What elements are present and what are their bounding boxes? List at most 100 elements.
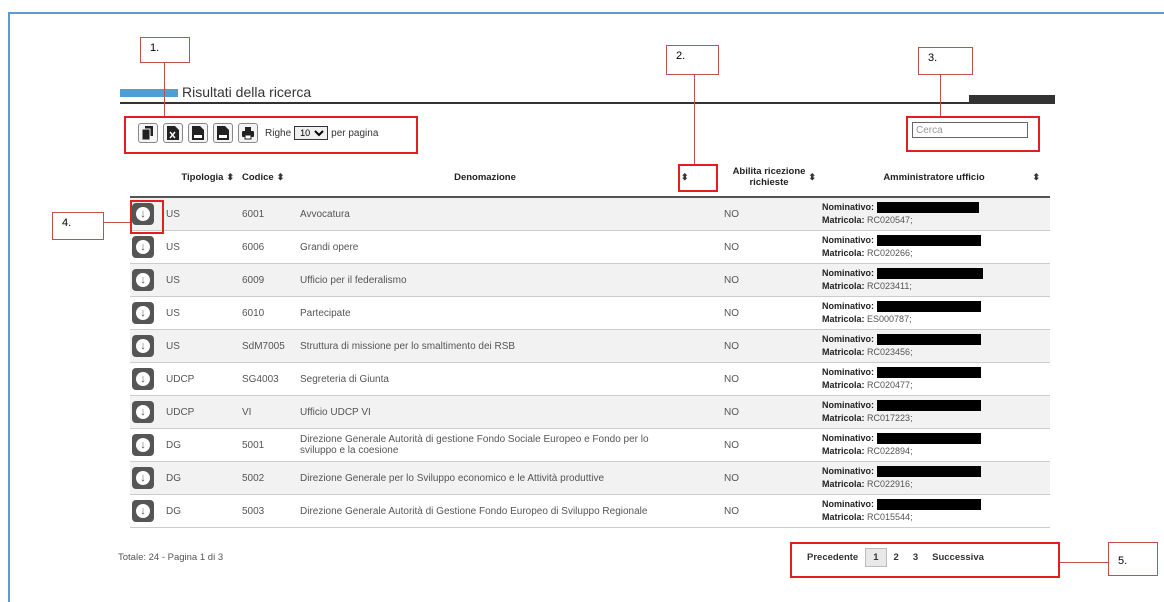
table-row: ↓ DG 5002 Direzione Generale per lo Svilupp… — [130, 461, 1050, 495]
cell-tipologia: US — [162, 230, 238, 264]
matricola-line: Matricola: RC022916; — [822, 479, 913, 489]
matricola-label: Matricola — [822, 446, 862, 456]
download-button[interactable]: ↓ — [132, 335, 154, 357]
nominativo-label: Nominativo — [822, 334, 872, 344]
highlight-export-toolbar — [124, 116, 418, 154]
action-cell: ↓ — [130, 296, 162, 330]
cell-abilita: NO — [720, 230, 818, 264]
table-row: ↓ US 6010 Partecipate NO Nominativo: Matricol… — [130, 296, 1050, 330]
nominativo-label: Nominativo — [822, 235, 872, 245]
matricola-label: Matricola — [822, 215, 862, 225]
nominativo-line: Nominativo: — [822, 465, 1046, 478]
download-button[interactable]: ↓ — [132, 467, 154, 489]
callout-1: 1. — [140, 37, 190, 63]
matricola-line: Matricola: RC023411; — [822, 281, 912, 291]
sort-icon[interactable]: ⬍ — [277, 172, 285, 182]
table-row: ↓ UDCP VI Ufficio UDCP VI NO Nominativo: Matr… — [130, 395, 1050, 429]
cell-tipologia: US — [162, 296, 238, 330]
header-tipologia[interactable]: Tipologia ⬍ — [162, 158, 238, 198]
matricola-label: Matricola — [822, 248, 862, 258]
cell-tipologia: UDCP — [162, 362, 238, 396]
matricola-line: Matricola: ES000787; — [822, 314, 912, 324]
matricola-value: RC020266; — [867, 248, 913, 258]
sort-icon[interactable]: ⬍ — [226, 172, 234, 182]
nominativo-label: Nominativo — [822, 367, 872, 377]
header-codice[interactable]: Codice ⬍ — [238, 158, 296, 198]
cell-tipologia: US — [162, 197, 238, 231]
cell-codice: 5003 — [238, 494, 296, 528]
action-cell: ↓ — [130, 395, 162, 429]
action-cell: ↓ — [130, 263, 162, 297]
cell-denominazione: Grandi opere — [296, 230, 674, 264]
cell-tipologia: UDCP — [162, 395, 238, 429]
sort-icon[interactable]: ⬍ — [808, 172, 816, 183]
download-icon: ↓ — [136, 273, 150, 287]
callout-3: 3. — [918, 47, 973, 75]
cell-denominazione: Direzione Generale Autorità di gestione … — [296, 428, 674, 462]
cell-denominazione: Partecipate — [296, 296, 674, 330]
cell-amministratore: Nominativo: Matricola: ES000787; — [818, 296, 1050, 330]
cell-abilita: NO — [720, 395, 818, 429]
nominativo-line: Nominativo: — [822, 399, 1046, 412]
matricola-line: Matricola: RC023456; — [822, 347, 913, 357]
sort-icon[interactable]: ⬍ — [1032, 172, 1040, 183]
action-cell: ↓ — [130, 362, 162, 396]
nominativo-line: Nominativo: — [822, 498, 1046, 511]
action-cell: ↓ — [130, 494, 162, 528]
download-button[interactable]: ↓ — [132, 500, 154, 522]
cell-codice: 6010 — [238, 296, 296, 330]
title-accent-bar — [120, 89, 178, 97]
cell-amministratore: Nominativo: Matricola: RC023411; — [818, 263, 1050, 297]
matricola-label: Matricola — [822, 479, 862, 489]
results-table: Tipologia ⬍ Codice ⬍ Denomazione ⬍ Abilita… — [130, 158, 1050, 528]
redacted-name — [876, 202, 979, 214]
header-amministratore-label: Amministratore ufficio — [883, 171, 985, 183]
cell-amministratore: Nominativo: Matricola: RC020477; — [818, 362, 1050, 396]
highlight-search — [906, 116, 1040, 152]
matricola-line: Matricola: RC017223; — [822, 413, 913, 423]
header-tipologia-label: Tipologia — [181, 171, 224, 183]
redacted-name — [876, 367, 981, 379]
download-button[interactable]: ↓ — [132, 236, 154, 258]
nominativo-label: Nominativo — [822, 433, 872, 443]
header-amministratore[interactable]: Amministratore ufficio ⬍ — [818, 158, 1050, 198]
header-abilita[interactable]: Abilita ricezione richieste ⬍ — [720, 158, 818, 198]
table-row: ↓ US SdM7005 Struttura di missione per lo s… — [130, 329, 1050, 363]
nominativo-label: Nominativo — [822, 268, 872, 278]
header-codice-label: Codice — [242, 171, 274, 183]
redacted-name — [876, 433, 981, 445]
cell-spacer — [674, 197, 720, 231]
table-row: ↓ US 6001 Avvocatura NO Nominativo: Matricola… — [130, 197, 1050, 231]
highlight-download-button — [130, 200, 164, 234]
download-button[interactable]: ↓ — [132, 368, 154, 390]
download-icon: ↓ — [136, 372, 150, 386]
table-row: ↓ US 6006 Grandi opere NO Nominativo: Matrico… — [130, 230, 1050, 264]
download-button[interactable]: ↓ — [132, 401, 154, 423]
matricola-value: RC020547; — [867, 215, 913, 225]
cell-tipologia: US — [162, 329, 238, 363]
download-button[interactable]: ↓ — [132, 269, 154, 291]
download-icon: ↓ — [136, 471, 150, 485]
cell-abilita: NO — [720, 428, 818, 462]
cell-tipologia: DG — [162, 428, 238, 462]
download-button[interactable]: ↓ — [132, 302, 154, 324]
header-denominazione-label: Denomazione — [454, 171, 516, 183]
matricola-value: RC022916; — [867, 479, 913, 489]
header-denominazione[interactable]: Denomazione — [296, 158, 674, 198]
download-icon: ↓ — [136, 504, 150, 518]
nominativo-line: Nominativo: — [822, 432, 1046, 445]
matricola-label: Matricola — [822, 347, 862, 357]
table-row: ↓ US 6009 Ufficio per il federalismo NO Nomin… — [130, 263, 1050, 297]
cell-spacer — [674, 230, 720, 264]
cell-amministratore: Nominativo: Matricola: RC020266; — [818, 230, 1050, 264]
matricola-line: Matricola: RC022894; — [822, 446, 913, 456]
redacted-name — [876, 400, 981, 412]
matricola-value: RC015544; — [867, 512, 913, 522]
cell-abilita: NO — [720, 494, 818, 528]
matricola-value: ES000787; — [867, 314, 912, 324]
download-button[interactable]: ↓ — [132, 434, 154, 456]
matricola-line: Matricola: RC020266; — [822, 248, 913, 258]
matricola-label: Matricola — [822, 413, 862, 423]
cell-abilita: NO — [720, 296, 818, 330]
cell-spacer — [674, 428, 720, 462]
